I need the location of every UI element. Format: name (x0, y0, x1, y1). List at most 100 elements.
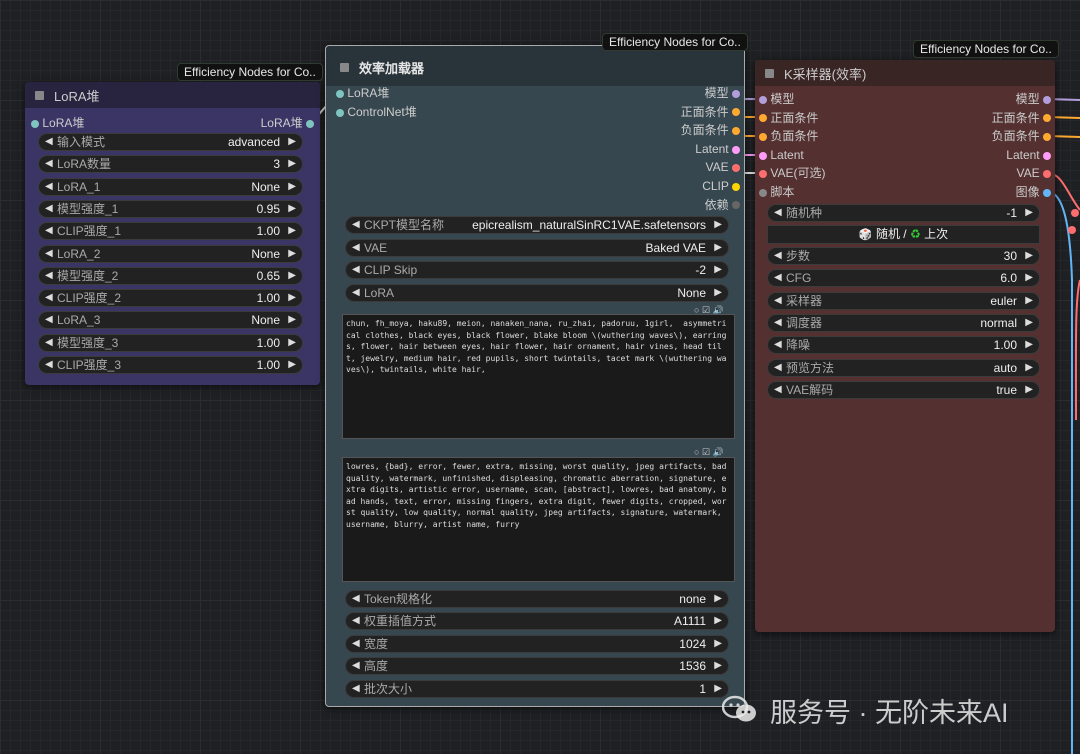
decrement-arrow-icon[interactable]: ◀ (774, 360, 782, 376)
slot-dot[interactable] (759, 114, 767, 123)
widget-lora-3[interactable]: ◀ 模型强度_1 0.95 ▶ (38, 199, 303, 218)
ksampler-efficient-node[interactable]: K采样器(效率) 模型 正面条件 负面条件 Latent VAE(可选) 脚本 … (755, 60, 1055, 632)
slot-dot[interactable] (732, 182, 740, 191)
increment-arrow-icon[interactable]: ▶ (1025, 315, 1033, 331)
ks-output-slot-2[interactable]: 负面条件 (992, 127, 1051, 145)
negative-prompt-textarea[interactable]: lowres, {bad}, error, fewer, extra, miss… (342, 457, 735, 582)
slot-dot[interactable] (1043, 133, 1051, 142)
decrement-arrow-icon[interactable]: ◀ (352, 636, 360, 652)
slot-dot[interactable] (759, 95, 767, 104)
decrement-arrow-icon[interactable]: ◀ (45, 357, 53, 373)
ks-output-slot-3[interactable]: Latent (1006, 146, 1051, 164)
input-slot-lora-stack[interactable]: LoRA堆 (31, 114, 84, 132)
increment-arrow-icon[interactable]: ▶ (714, 591, 722, 607)
seed-control-button[interactable]: 🎲 随机 / ♻ 上次 (767, 225, 1040, 244)
slot-dot[interactable] (732, 164, 740, 173)
decrement-arrow-icon[interactable]: ◀ (774, 293, 782, 309)
input-slot-lora-stack[interactable]: LoRA堆 (336, 84, 389, 102)
slot-dot[interactable] (732, 145, 740, 154)
decrement-arrow-icon[interactable]: ◀ (774, 248, 782, 264)
widget-loader-bottom-2[interactable]: ◀ 宽度 1024 ▶ (345, 634, 729, 653)
slot-dot[interactable] (1043, 151, 1051, 160)
widget-lora-4[interactable]: ◀ CLIP强度_1 1.00 ▶ (38, 222, 303, 241)
slot-dot[interactable] (759, 170, 767, 179)
slot-dot[interactable] (759, 151, 767, 160)
widget-ks-5[interactable]: ◀ 预览方法 auto ▶ (767, 358, 1040, 377)
slot-dot[interactable] (732, 201, 740, 210)
increment-arrow-icon[interactable]: ▶ (288, 134, 296, 150)
increment-arrow-icon[interactable]: ▶ (714, 217, 722, 233)
slot-dot[interactable] (732, 89, 740, 98)
increment-arrow-icon[interactable]: ▶ (288, 201, 296, 217)
widget-ks-2[interactable]: ◀ 采样器 euler ▶ (767, 291, 1040, 310)
widget-loader-bottom-1[interactable]: ◀ 权重插值方式 A1111 ▶ (345, 612, 729, 631)
increment-arrow-icon[interactable]: ▶ (288, 246, 296, 262)
decrement-arrow-icon[interactable]: ◀ (774, 337, 782, 353)
collapse-icon[interactable] (340, 62, 349, 72)
widget-lora-6[interactable]: ◀ 模型强度_2 0.65 ▶ (38, 266, 303, 285)
increment-arrow-icon[interactable]: ▶ (288, 268, 296, 284)
decrement-arrow-icon[interactable]: ◀ (45, 223, 53, 239)
widget-loader-top-0[interactable]: ◀ CKPT模型名称 epicrealism_naturalSinRC1VAE.sa… (345, 216, 729, 234)
widget-ks-0[interactable]: ◀ 步数 30 ▶ (767, 247, 1040, 265)
slot-dot[interactable] (1043, 95, 1051, 104)
decrement-arrow-icon[interactable]: ◀ (45, 201, 53, 217)
decrement-arrow-icon[interactable]: ◀ (352, 262, 360, 278)
slot-dot[interactable] (732, 127, 740, 136)
widget-loader-bottom-4[interactable]: ◀ 批次大小 1 ▶ (345, 679, 729, 698)
increment-arrow-icon[interactable]: ▶ (288, 357, 296, 373)
slot-dot[interactable] (306, 119, 314, 128)
widget-loader-bottom-3[interactable]: ◀ 高度 1536 ▶ (345, 657, 729, 676)
decrement-arrow-icon[interactable]: ◀ (45, 268, 53, 284)
decrement-arrow-icon[interactable]: ◀ (352, 591, 360, 607)
widget-ks-1[interactable]: ◀ CFG 6.0 ▶ (767, 269, 1040, 288)
ks-input-slot-5[interactable]: 脚本 (759, 183, 794, 201)
increment-arrow-icon[interactable]: ▶ (714, 285, 722, 301)
increment-arrow-icon[interactable]: ▶ (288, 290, 296, 306)
ks-output-slot-4[interactable]: VAE (1017, 164, 1051, 182)
widget-loader-top-3[interactable]: ◀ LoRA None ▶ (345, 283, 729, 302)
slot-dot[interactable] (759, 188, 767, 197)
widget-lora-2[interactable]: ◀ LoRA_1 None ▶ (38, 177, 303, 196)
output-slot-3[interactable]: Latent (695, 140, 740, 158)
slot-dot[interactable] (336, 108, 344, 117)
increment-arrow-icon[interactable]: ▶ (288, 223, 296, 239)
widget-lora-10[interactable]: ◀ CLIP强度_3 1.00 ▶ (38, 356, 303, 374)
increment-arrow-icon[interactable]: ▶ (714, 240, 722, 256)
widget-lora-8[interactable]: ◀ LoRA_3 None ▶ (38, 311, 303, 330)
widget-loader-bottom-0[interactable]: ◀ Token规格化 none ▶ (345, 590, 729, 608)
widget-lora-5[interactable]: ◀ LoRA_2 None ▶ (38, 244, 303, 263)
slot-dot[interactable] (1043, 114, 1051, 123)
output-slot-5[interactable]: CLIP (702, 177, 740, 195)
decrement-arrow-icon[interactable]: ◀ (352, 240, 360, 256)
widget-ks-6[interactable]: ◀ VAE解码 true ▶ (767, 380, 1040, 399)
slot-dot[interactable] (732, 108, 740, 117)
input-slot-controlnet-stack[interactable]: ControlNet堆 (336, 103, 417, 121)
decrement-arrow-icon[interactable]: ◀ (45, 246, 53, 262)
collapse-icon[interactable] (765, 68, 774, 78)
increment-arrow-icon[interactable]: ▶ (1025, 270, 1033, 286)
increment-arrow-icon[interactable]: ▶ (1025, 382, 1033, 398)
collapse-icon[interactable] (35, 90, 44, 100)
decrement-arrow-icon[interactable]: ◀ (352, 217, 360, 233)
decrement-arrow-icon[interactable]: ◀ (45, 335, 53, 351)
increment-arrow-icon[interactable]: ▶ (1025, 248, 1033, 264)
widget-lora-7[interactable]: ◀ CLIP强度_2 1.00 ▶ (38, 289, 303, 308)
slot-dot[interactable] (759, 133, 767, 142)
output-slot-4[interactable]: VAE (706, 158, 740, 176)
increment-arrow-icon[interactable]: ▶ (1025, 337, 1033, 353)
decrement-arrow-icon[interactable]: ◀ (774, 382, 782, 398)
ks-input-slot-3[interactable]: Latent (759, 146, 804, 164)
increment-arrow-icon[interactable]: ▶ (288, 312, 296, 328)
increment-arrow-icon[interactable]: ▶ (1025, 205, 1033, 221)
ks-output-slot-5[interactable]: 图像 (1016, 183, 1051, 201)
decrement-arrow-icon[interactable]: ◀ (352, 285, 360, 301)
increment-arrow-icon[interactable]: ▶ (1025, 360, 1033, 376)
positive-prompt-textarea[interactable]: chun, fh_moya, haku89, meion, nanaken_na… (342, 314, 735, 439)
increment-arrow-icon[interactable]: ▶ (714, 658, 722, 674)
ks-output-slot-1[interactable]: 正面条件 (992, 109, 1051, 127)
decrement-arrow-icon[interactable]: ◀ (774, 315, 782, 331)
slot-dot[interactable] (31, 119, 39, 128)
decrement-arrow-icon[interactable]: ◀ (45, 312, 53, 328)
slot-dot[interactable] (336, 89, 344, 98)
